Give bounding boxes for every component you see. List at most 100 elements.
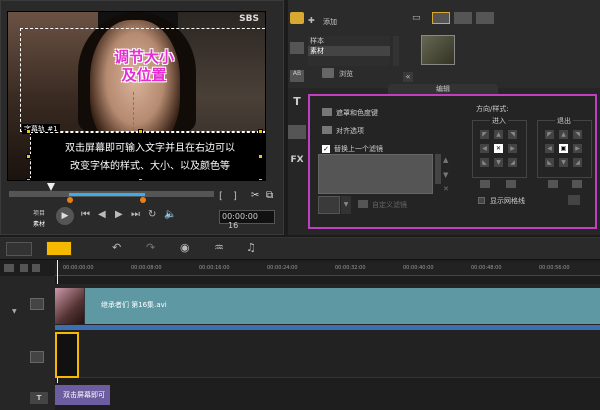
timecode-display[interactable]: 00:00:00 16 [219,210,275,230]
mask-chroma-button[interactable]: 遮罩和色度键 [336,108,378,118]
folder-icon[interactable]: ▭ [412,13,421,23]
show-grid-checkbox[interactable] [478,197,485,204]
go-end-icon[interactable]: ⏭ [131,209,140,220]
title-clip[interactable]: 双击屏幕即可 [55,385,110,405]
resize-handle[interactable] [258,154,263,159]
exit-top-left[interactable]: ◤ [545,130,554,139]
auto-music-icon[interactable]: ♫ [246,241,256,254]
resize-handle[interactable] [26,129,31,134]
enter-pause-icon[interactable] [480,180,490,188]
enter-right[interactable]: ▶ [508,144,517,153]
undo-icon[interactable]: ↶ [112,241,121,254]
mode-clip[interactable]: 素材 [33,219,45,228]
filter-list-scrollbar[interactable] [435,154,441,184]
exit-bottom[interactable]: ▼ [559,158,568,167]
resize-handle[interactable] [26,178,31,180]
preset-dropdown-arrow[interactable]: ▼ [341,196,351,214]
browse-button[interactable]: 浏览 [339,69,353,79]
enter-top-left[interactable]: ◤ [480,130,489,139]
show-audio-icon[interactable] [476,12,494,24]
show-video-icon[interactable] [432,12,450,24]
exit-top-right[interactable]: ◥ [573,130,582,139]
resize-handle[interactable] [258,178,263,180]
caption-box[interactable]: 双击屏幕即可输入文字并且在右边可以 改变字体的样式、大小、以及颜色等 [30,132,265,180]
resize-handle[interactable] [26,154,31,159]
redo-icon[interactable]: ↷ [146,241,155,254]
replace-filter-checkbox[interactable]: ✓ [322,145,330,153]
play-button[interactable]: ▶ [56,207,74,225]
show-photo-icon[interactable] [454,12,472,24]
exit-bottom-right[interactable]: ◢ [573,158,582,167]
exit-right[interactable]: ▶ [573,144,582,153]
folder-scrollbar[interactable] [393,36,399,66]
graphic-tab-icon[interactable] [288,125,306,139]
media-tab-icon[interactable] [290,12,304,24]
filter-list[interactable] [318,154,433,194]
record-capture-icon[interactable]: ◉ [180,241,190,254]
browse-icon[interactable] [322,68,334,78]
trim-selection[interactable] [69,193,145,196]
enter-top-right[interactable]: ◥ [508,130,517,139]
timeline-view-icon[interactable] [46,241,72,256]
exit-center[interactable]: ▣ [559,144,568,153]
folder-item-media[interactable]: 素材 [308,46,390,56]
exit-speed-icon[interactable] [572,180,582,188]
resize-handle[interactable] [138,178,143,180]
move-up-icon[interactable]: ▲ [443,156,448,164]
folder-item-sample[interactable]: 样本 [308,36,390,46]
mark-out-icon[interactable]: ] [233,191,237,202]
remove-filter-icon[interactable]: ✕ [443,185,449,193]
time-ruler[interactable]: 00:00:00:00 00:00:08:00 00:00:16:00 00:0… [55,262,600,276]
audio-mixer-icon[interactable]: ♒ [214,241,224,254]
exit-left[interactable]: ◀ [545,144,554,153]
filter-tab-icon[interactable]: FX [288,155,306,169]
video-track-icon[interactable] [30,298,44,310]
fit-project-icon[interactable] [32,264,40,272]
video-preview[interactable]: SBS 调节大小 及位置 字幕轨 #1 双击屏幕即可输入文字并且在右边可以 改变… [7,11,266,181]
preset-dropdown[interactable] [318,196,340,214]
enter-bottom-left[interactable]: ◣ [480,158,489,167]
zoom-out-icon[interactable] [20,264,28,272]
video-clip[interactable]: 继承者们 第16集.avi [55,288,600,324]
storyboard-view-icon[interactable] [6,242,32,256]
prev-frame-icon[interactable]: ◀ [98,209,106,220]
custom-filter-button[interactable]: 自定义滤镜 [372,200,407,210]
mark-in-icon[interactable]: [ [219,191,223,202]
enter-speed-icon[interactable] [506,180,516,188]
track-manager-icon[interactable] [4,264,14,272]
overlay-clip[interactable] [55,332,79,378]
collapse-icon[interactable]: « [403,72,413,82]
add-icon[interactable]: ✚ [308,16,315,25]
transition-tab-icon[interactable]: AB [290,70,304,82]
mode-project[interactable]: 项目 [33,208,45,217]
title-tab-icon[interactable]: T [288,95,306,109]
next-frame-icon[interactable]: ▶ [115,209,123,220]
playhead-marker[interactable] [47,183,55,191]
trim-in-handle[interactable] [67,197,73,203]
add-button[interactable]: 添加 [323,17,337,27]
repeat-icon[interactable]: ↻ [148,209,156,220]
enter-bottom-right[interactable]: ◢ [508,158,517,167]
split-clip-icon[interactable]: ✂ [251,190,259,201]
resize-handle[interactable] [258,129,263,134]
exit-top[interactable]: ▲ [559,130,568,139]
enter-left[interactable]: ◀ [480,144,489,153]
volume-icon[interactable]: 🔈 [164,209,176,220]
exit-pause-icon[interactable] [548,180,558,188]
resize-handle[interactable] [138,129,143,134]
enter-top[interactable]: ▲ [494,130,503,139]
video-track-toggle[interactable]: ▼ [12,308,17,315]
folder-list[interactable]: 样本 素材 [308,36,390,66]
enter-center[interactable]: ✕ [494,144,503,153]
title-track-icon[interactable]: T [30,392,48,404]
exit-bottom-left[interactable]: ◣ [545,158,554,167]
trim-out-handle[interactable] [140,197,146,203]
grid-options-icon[interactable] [568,195,580,205]
align-options-button[interactable]: 对齐选项 [336,126,364,136]
enter-bottom[interactable]: ▼ [494,158,503,167]
move-down-icon[interactable]: ▼ [443,171,448,179]
go-start-icon[interactable]: ⏮ [81,209,90,220]
enlarge-icon[interactable]: ⧉ [266,190,273,201]
media-thumbnail[interactable] [421,35,455,65]
instant-project-icon[interactable] [290,42,304,54]
